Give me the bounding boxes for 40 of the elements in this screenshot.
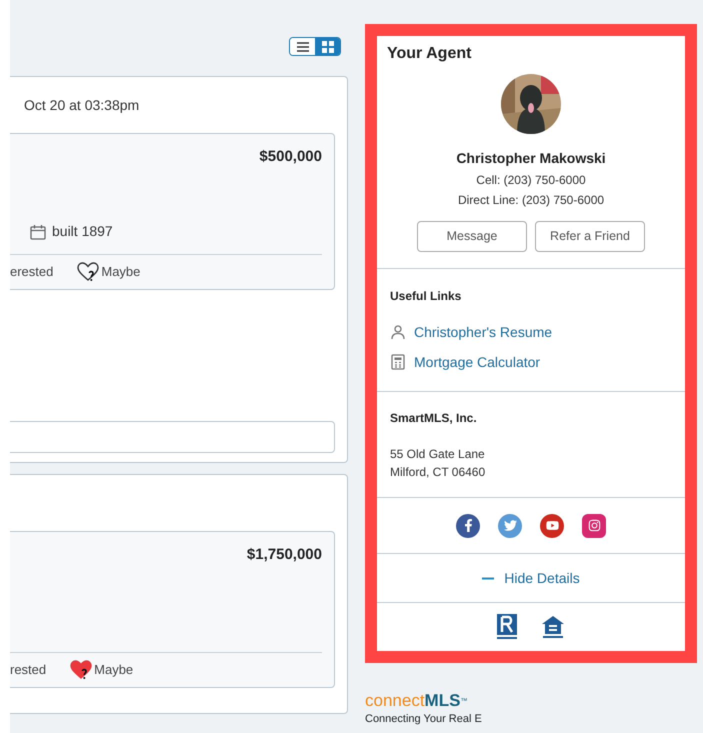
listing-card[interactable]: $500,000 built 1897 erested Maybe — [10, 133, 335, 290]
view-toggle-button[interactable] — [315, 38, 340, 55]
address-line: 55 Old Gate Lane — [390, 446, 486, 463]
direct-line: Direct Line: (203) 750-6000 — [458, 192, 604, 209]
year-built: built 1897 — [52, 222, 113, 241]
agent-name: Christopher Makowski — [456, 149, 606, 168]
listing-price: $500,000 — [259, 147, 322, 167]
useful-link[interactable]: Mortgage Calculator — [414, 352, 540, 372]
useful-link[interactable]: Christopher's Resume — [414, 322, 552, 342]
cell-phone: Cell: (203) 750-6000 — [476, 172, 586, 189]
view-toggle-button[interactable] — [290, 38, 315, 55]
calculator-icon — [391, 354, 405, 370]
section-title: Useful Links — [390, 288, 462, 305]
input-field[interactable] — [10, 421, 335, 453]
equal-housing-logo-icon — [541, 615, 565, 639]
interested-option[interactable]: rested — [10, 660, 46, 680]
agent-action-button[interactable]: Message — [417, 221, 527, 252]
calendar-icon — [30, 224, 46, 240]
agent-action-button[interactable]: Refer a Friend — [535, 221, 645, 252]
listing-card[interactable]: $1,750,000 rested Maybe — [10, 531, 335, 688]
interested-option[interactable]: erested — [10, 262, 54, 282]
grid-view-icon — [322, 40, 334, 52]
facebook-icon[interactable] — [456, 514, 480, 538]
office-name: SmartMLS, Inc. — [390, 410, 478, 427]
listing-price: $1,750,000 — [246, 545, 322, 565]
minus-icon — [482, 576, 494, 580]
brand-logo: connectMLS$^{™}$ — [365, 691, 468, 711]
address-line: Milford, CT 06460 — [390, 464, 486, 481]
maybe-option[interactable]: Maybe — [70, 660, 134, 680]
search-date: Oct 20 at 03:38pm — [23, 96, 140, 115]
maybe-option[interactable]: Maybe — [77, 262, 140, 282]
panel-title: Your Agent — [387, 44, 472, 64]
person-icon — [390, 324, 406, 340]
hide-details-button[interactable]: Hide Details — [482, 568, 580, 588]
brand-tagline: Connecting Your Real E — [365, 712, 483, 727]
realtor-logo-icon — [497, 614, 517, 640]
youtube-icon[interactable] — [540, 514, 564, 538]
instagram-icon[interactable] — [582, 514, 606, 538]
list-view-icon — [296, 42, 308, 52]
twitter-icon[interactable] — [498, 514, 522, 538]
